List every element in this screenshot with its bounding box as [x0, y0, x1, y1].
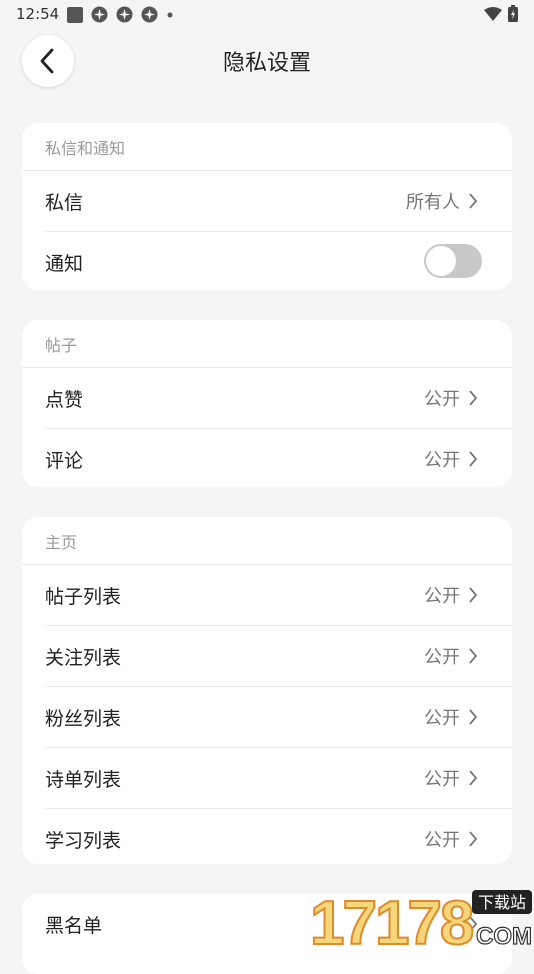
chevron-right-icon: [469, 648, 478, 664]
row-study-list[interactable]: 学习列表 公开: [45, 809, 512, 864]
toggle-knob: [426, 246, 456, 276]
row-label: 点赞: [45, 388, 84, 411]
row-label: 关注列表: [45, 646, 122, 669]
watermark-text-top: 下载站: [478, 893, 526, 912]
row-label: 粉丝列表: [45, 707, 122, 730]
row-follower-list[interactable]: 粉丝列表 公开: [45, 687, 512, 748]
section-title: 帖子: [22, 320, 512, 368]
row-value: 公开: [424, 389, 460, 410]
row-label: 帖子列表: [45, 585, 122, 608]
row-label: 评论: [45, 449, 84, 472]
row-value: 公开: [424, 708, 460, 729]
section-posts: 帖子 点赞 公开 评论 公开: [22, 320, 512, 487]
row-value: 公开: [424, 586, 460, 607]
row-label: 通知: [45, 252, 84, 275]
app-flower-icon: [91, 6, 108, 23]
status-bar: 12:54: [0, 0, 534, 28]
row-post-list[interactable]: 帖子列表 公开: [45, 565, 512, 626]
row-value: 公开: [424, 647, 460, 668]
row-poem-list[interactable]: 诗单列表 公开: [45, 748, 512, 809]
row-private-message[interactable]: 私信 所有人: [45, 171, 512, 232]
wifi-icon: [484, 6, 502, 21]
row-label: 私信: [45, 191, 84, 214]
section-messages-notifications: 私信和通知 私信 所有人 通知: [22, 123, 512, 290]
app-flower-icon: [141, 6, 158, 23]
more-dot-icon: [167, 12, 173, 17]
app-flower-icon: [116, 6, 133, 23]
row-value: 公开: [424, 830, 460, 851]
notification-icons: [67, 6, 174, 23]
chevron-right-icon: [469, 390, 478, 406]
notification-toggle[interactable]: [424, 244, 482, 278]
row-label: 黑名单: [45, 914, 103, 937]
row-following-list[interactable]: 关注列表 公开: [45, 626, 512, 687]
watermark-text-bottom: COM: [476, 923, 532, 950]
chevron-right-icon: [469, 587, 478, 603]
chevron-right-icon: [469, 193, 478, 209]
watermark-number: 17178: [310, 889, 473, 950]
chevron-right-icon: [469, 451, 478, 467]
section-title: 私信和通知: [22, 123, 512, 171]
section-title: 主页: [22, 517, 512, 565]
row-value: 所有人: [406, 192, 460, 213]
row-comments[interactable]: 评论 公开: [45, 429, 512, 487]
system-icons: [484, 5, 518, 22]
watermark-logo: 17178 下载站 COM: [309, 888, 533, 950]
battery-icon: [508, 5, 518, 22]
row-label: 诗单列表: [45, 768, 122, 791]
app-square-icon: [67, 6, 83, 23]
row-likes[interactable]: 点赞 公开: [45, 368, 512, 429]
row-value: 公开: [424, 450, 460, 471]
row-value: 公开: [424, 769, 460, 790]
status-time: 12:54: [16, 5, 60, 23]
row-notification: 通知: [45, 232, 512, 290]
chevron-right-icon: [469, 770, 478, 786]
chevron-right-icon: [469, 709, 478, 725]
page-title: 隐私设置: [222, 51, 311, 76]
chevron-right-icon: [469, 831, 478, 847]
section-homepage: 主页 帖子列表 公开 关注列表 公开 粉丝列表 公开 诗单列表 公开 学习列表 …: [22, 517, 512, 864]
row-label: 学习列表: [45, 829, 122, 852]
